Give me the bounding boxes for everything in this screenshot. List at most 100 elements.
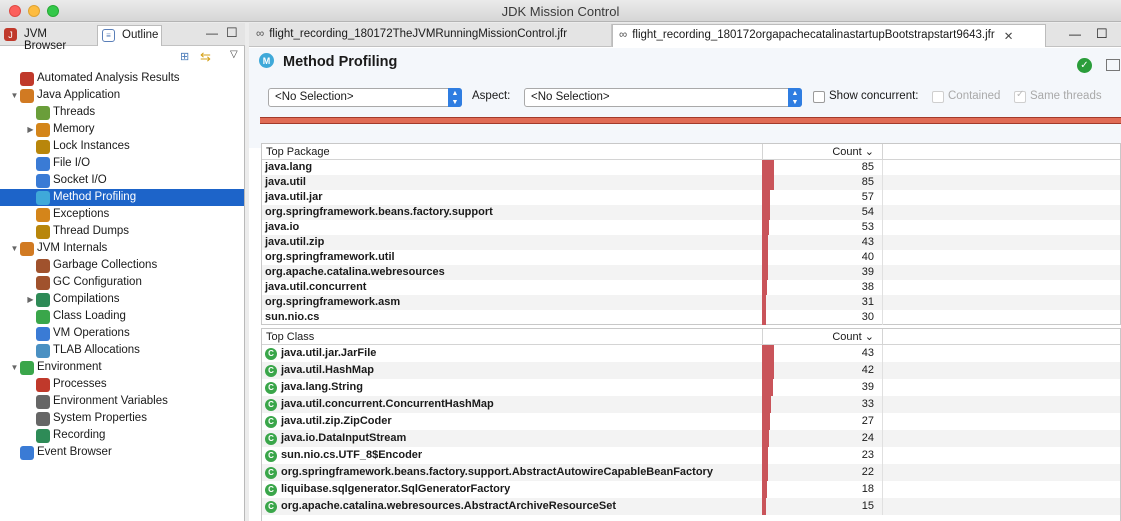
table-row[interactable]: Cjava.util.HashMap 42 (262, 362, 1120, 379)
view-menu-icon[interactable]: ▽ (230, 49, 238, 60)
collapsed-arrow-icon[interactable]: ▶ (26, 121, 35, 138)
tree-item-label: Lock Instances (53, 140, 130, 152)
same-threads-checkbox[interactable] (1014, 89, 1026, 103)
timeline-range-bar[interactable] (260, 117, 1121, 124)
top-class-column-header[interactable]: Top Class (266, 329, 314, 345)
tree-item-processes[interactable]: Processes (0, 376, 244, 393)
tree-item-env-vars[interactable]: Environment Variables (0, 393, 244, 410)
count-bar (762, 160, 774, 175)
tree-item-compilations[interactable]: ▶ Compilations (0, 291, 244, 308)
tab-recording-1[interactable]: ∞ flight_recording_180172TheJVMRunningMi… (250, 24, 612, 47)
table-row[interactable]: java.util 85 (262, 175, 1120, 190)
tree-item-method-profiling[interactable]: Method Profiling (0, 189, 244, 206)
table-row[interactable]: java.util.jar 57 (262, 190, 1120, 205)
tree-item-environment[interactable]: ▼ Environment (0, 359, 244, 376)
table-row[interactable]: sun.nio.cs 30 (262, 310, 1120, 325)
tree-item-event-browser[interactable]: Event Browser (0, 444, 244, 461)
contained-checkbox[interactable] (932, 91, 944, 103)
tree-item-threads[interactable]: Threads (0, 104, 244, 121)
maximize-view-icon[interactable]: ☐ (226, 25, 238, 41)
minimize-view-icon[interactable]: — (206, 26, 218, 40)
count-bar (762, 280, 767, 295)
tab-recording-2-label: flight_recording_180172orgapachecatalina… (632, 29, 995, 41)
show-hierarchy-icon[interactable]: ⊞ (180, 50, 189, 63)
table-row[interactable]: Cjava.util.zip.ZipCoder 27 (262, 413, 1120, 430)
tree-item-file-io[interactable]: File I/O (0, 155, 244, 172)
tree-item-socket-io[interactable]: Socket I/O (0, 172, 244, 189)
row-name-cell: Cjava.lang.String (265, 379, 363, 396)
count-bar (762, 430, 769, 447)
tree-item-thread-dumps[interactable]: Thread Dumps (0, 223, 244, 240)
count-cell: 43 (861, 236, 874, 248)
tree-item-vm-operations[interactable]: VM Operations (0, 325, 244, 342)
collapsed-arrow-icon[interactable]: ▶ (26, 291, 35, 308)
row-name: java.util.jar.JarFile (281, 347, 377, 359)
count-column-header[interactable]: Count ⌄ (780, 144, 880, 160)
vm-operations-icon (36, 326, 50, 341)
table-row[interactable]: org.springframework.asm 31 (262, 295, 1120, 310)
check-icon[interactable]: ✓ (1077, 58, 1092, 73)
selection-combo[interactable]: <No Selection> ▲ ▼ (268, 88, 462, 107)
tree-item-tlab[interactable]: TLAB Allocations (0, 342, 244, 359)
tree-item-label: Thread Dumps (53, 225, 130, 237)
count-column-header[interactable]: Count ⌄ (780, 329, 880, 345)
link-editor-icon[interactable]: ⇆ (200, 49, 211, 65)
environment-icon (20, 360, 34, 375)
aspect-combo[interactable]: <No Selection> ▲ ▼ (524, 88, 802, 107)
row-name-cell: org.springframework.asm (265, 295, 400, 310)
table-row[interactable]: org.springframework.util 40 (262, 250, 1120, 265)
top-package-column-header[interactable]: Top Package (266, 144, 330, 160)
tree-item-memory[interactable]: ▶ Memory (0, 121, 244, 138)
tree-item-lock[interactable]: Lock Instances (0, 138, 244, 155)
tree-item-analysis[interactable]: Automated Analysis Results (0, 70, 244, 87)
tab-outline[interactable]: ≡ Outline (97, 25, 162, 46)
tab-jvm-browser[interactable]: J JVM Browser (0, 25, 96, 52)
row-name-cell: java.util.jar (265, 190, 322, 205)
table-row[interactable]: Csun.nio.cs.UTF_8$Encoder 23 (262, 447, 1120, 464)
count-bar (762, 481, 767, 498)
table-row[interactable]: java.io 53 (262, 220, 1120, 235)
row-name: java.util.zip.ZipCoder (281, 415, 392, 427)
row-name: java.lang.String (281, 381, 363, 393)
tree-item-label: TLAB Allocations (53, 344, 140, 356)
table-row[interactable]: org.apache.catalina.webresources 39 (262, 265, 1120, 280)
tree-item-jvm-internals[interactable]: ▼ JVM Internals (0, 240, 244, 257)
table-row[interactable]: Cjava.util.jar.JarFile 43 (262, 345, 1120, 362)
minimize-editor-icon[interactable]: — (1069, 27, 1081, 41)
table-row[interactable]: Cjava.util.concurrent.ConcurrentHashMap 3… (262, 396, 1120, 413)
table-row[interactable]: Corg.apache.catalina.webresources.Abstra… (262, 498, 1120, 515)
table-row[interactable]: Cjava.io.DataInputStream 24 (262, 430, 1120, 447)
count-cell: 30 (861, 311, 874, 323)
tree-item-java-app[interactable]: ▼ Java Application (0, 87, 244, 104)
count-bar (762, 205, 770, 220)
tree-item-gc[interactable]: Garbage Collections (0, 257, 244, 274)
tab-recording-2[interactable]: ∞ flight_recording_180172orgapachecatali… (612, 24, 1046, 47)
count-cell: 57 (861, 191, 874, 203)
expanded-arrow-icon[interactable]: ▼ (10, 359, 19, 376)
table-row[interactable]: Corg.springframework.beans.factory.suppo… (262, 464, 1120, 481)
tree-item-recording[interactable]: Recording (0, 427, 244, 444)
table-row[interactable]: org.springframework.beans.factory.suppor… (262, 205, 1120, 220)
tab-outline-label: Outline (122, 29, 159, 41)
tree-item-gc-config[interactable]: GC Configuration (0, 274, 244, 291)
tree-item-class-loading[interactable]: Class Loading (0, 308, 244, 325)
table-row[interactable]: java.util.concurrent 38 (262, 280, 1120, 295)
table-row[interactable]: Cjava.lang.String 39 (262, 379, 1120, 396)
table-row[interactable]: java.util.zip 43 (262, 235, 1120, 250)
maximize-editor-icon[interactable]: ☐ (1096, 26, 1108, 42)
tree-item-system-properties[interactable]: System Properties (0, 410, 244, 427)
tree-item-exceptions[interactable]: Exceptions (0, 206, 244, 223)
expanded-arrow-icon[interactable]: ▼ (10, 87, 19, 104)
show-concurrent-checkbox[interactable] (813, 91, 825, 103)
outline-panel: J JVM Browser ≡ Outline — ☐ ⊞ ⇆ ▽ Automa… (0, 23, 245, 521)
table-row[interactable]: Cliquibase.sqlgenerator.SqlGeneratorFact… (262, 481, 1120, 498)
memory-icon (36, 122, 50, 137)
expanded-arrow-icon[interactable]: ▼ (10, 240, 19, 257)
class-icon: C (265, 364, 277, 377)
close-tab-icon[interactable]: ✕ (1004, 29, 1014, 43)
row-name-cell: Corg.springframework.beans.factory.suppo… (265, 464, 713, 481)
table-row[interactable]: java.lang 85 (262, 160, 1120, 175)
table-settings-icon[interactable] (1106, 59, 1120, 71)
recording-icon: ∞ (619, 29, 628, 41)
class-icon: C (265, 381, 277, 394)
